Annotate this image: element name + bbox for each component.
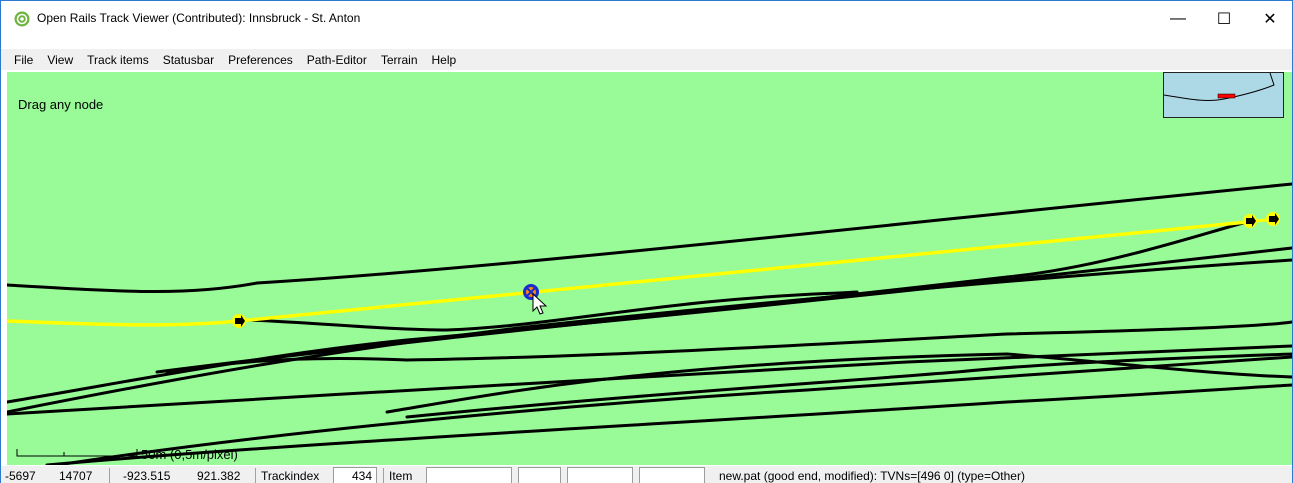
item-label: Item	[389, 469, 413, 483]
menu-file[interactable]: File	[7, 51, 40, 69]
close-icon: ✕	[1263, 10, 1277, 28]
minimap[interactable]	[1163, 72, 1284, 118]
close-button[interactable]: ✕	[1247, 1, 1293, 36]
status-bar: -5697 14707 -923.515 921.382 Trackindex …	[1, 466, 1292, 483]
status-field-5	[639, 467, 705, 483]
path-node-end-2[interactable]	[1266, 212, 1280, 226]
menu-track-items[interactable]: Track items	[80, 51, 156, 69]
track-canvas[interactable]: Drag any node 50m (0,5m/pixel)	[7, 72, 1292, 465]
path-node-end-1[interactable]	[1243, 214, 1257, 228]
scale-label: 50m (0,5m/pixel)	[141, 447, 238, 462]
mouse-cursor-icon	[532, 292, 548, 315]
minimap-viewport	[1217, 93, 1236, 99]
status-field-3	[518, 467, 561, 483]
trackindex-value: 434	[333, 467, 377, 483]
menu-help[interactable]: Help	[425, 51, 464, 69]
item-value	[426, 467, 512, 483]
minimize-button[interactable]: —	[1155, 1, 1201, 36]
path-status: new.pat (good end, modified): TVNs=[496 …	[719, 469, 1025, 483]
app-window: Open Rails Track Viewer (Contributed): I…	[0, 0, 1293, 483]
maximize-icon: ☐	[1216, 10, 1232, 28]
menu-path-editor[interactable]: Path-Editor	[300, 51, 374, 69]
status-field-4	[567, 467, 633, 483]
status-separator	[383, 468, 384, 483]
tile-z: 14707	[59, 469, 93, 483]
status-hint: Drag any node	[18, 97, 104, 112]
track-drawing[interactable]	[7, 72, 1292, 465]
menu-statusbar[interactable]: Statusbar	[156, 51, 221, 69]
minimap-drawing	[1164, 73, 1275, 101]
world-z: 921.382	[197, 469, 241, 483]
menu-preferences[interactable]: Preferences	[221, 51, 300, 69]
menu-view[interactable]: View	[40, 51, 80, 69]
menu-bar: File View Track items Statusbar Preferen…	[1, 49, 1292, 70]
track-line	[7, 258, 1292, 414]
title-bar: Open Rails Track Viewer (Contributed): I…	[1, 1, 1292, 36]
tile-x: -5697	[5, 469, 36, 483]
trackindex-label: Trackindex	[261, 469, 320, 483]
menu-terrain[interactable]: Terrain	[374, 51, 425, 69]
status-separator	[109, 468, 110, 483]
track-line	[405, 352, 1292, 419]
status-separator	[255, 468, 256, 483]
window-title: Open Rails Track Viewer (Contributed): I…	[37, 11, 361, 25]
maximize-button[interactable]: ☐	[1201, 1, 1247, 36]
path-node-start[interactable]	[232, 314, 246, 328]
world-x: -923.515	[123, 469, 171, 483]
minimize-icon: —	[1170, 9, 1186, 27]
track-line	[7, 344, 1292, 416]
app-logo-icon	[14, 11, 30, 27]
